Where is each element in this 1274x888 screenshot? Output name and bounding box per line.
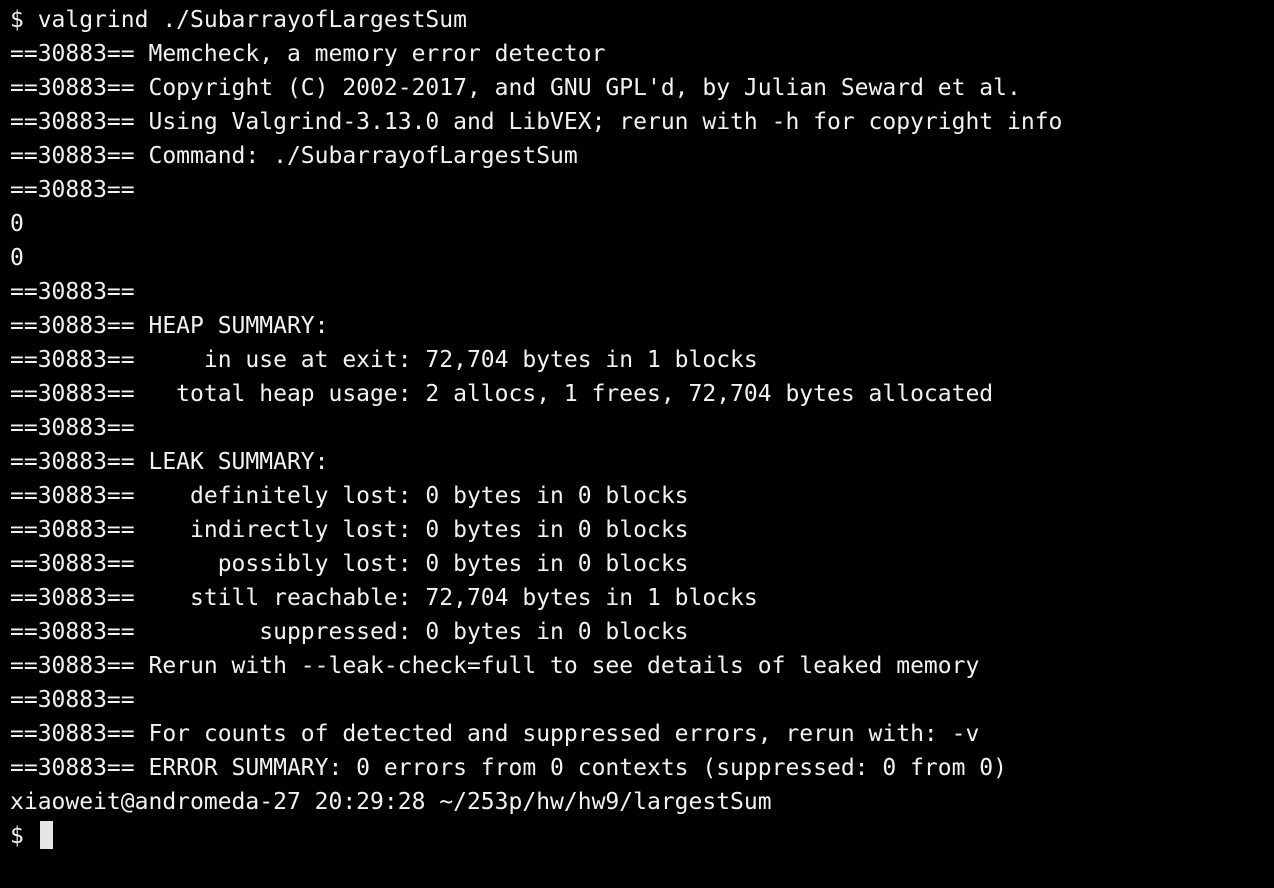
output-line: ==30883== definitely lost: 0 bytes in 0 …: [10, 483, 689, 509]
output-line: ==30883==: [10, 415, 135, 441]
output-line: ==30883==: [10, 177, 135, 203]
output-line: ==30883== still reachable: 72,704 bytes …: [10, 585, 758, 611]
output-line: ==30883== ERROR SUMMARY: 0 errors from 0…: [10, 755, 1007, 781]
prompt-symbol: $: [10, 823, 38, 849]
terminal-window[interactable]: $ valgrind ./SubarrayofLargestSum ==3088…: [0, 0, 1274, 888]
output-line: ==30883== For counts of detected and sup…: [10, 721, 980, 747]
output-line: ==30883== HEAP SUMMARY:: [10, 313, 329, 339]
output-line: ==30883== Copyright (C) 2002-2017, and G…: [10, 75, 1021, 101]
output-line: ==30883== possibly lost: 0 bytes in 0 bl…: [10, 551, 689, 577]
output-line: ==30883== Memcheck, a memory error detec…: [10, 41, 606, 67]
output-line: ==30883== LEAK SUMMARY:: [10, 449, 329, 475]
prompt-line[interactable]: $: [10, 819, 1274, 853]
output-line: ==30883== total heap usage: 2 allocs, 1 …: [10, 381, 994, 407]
command-line: $ valgrind ./SubarrayofLargestSum: [10, 7, 467, 33]
output-line: 0: [10, 245, 24, 271]
output-line: ==30883==: [10, 279, 135, 305]
output-line: ==30883==: [10, 687, 135, 713]
shell-status-line: xiaoweit@andromeda-27 20:29:28 ~/253p/hw…: [10, 789, 772, 815]
output-line: ==30883== in use at exit: 72,704 bytes i…: [10, 347, 758, 373]
output-line: ==30883== indirectly lost: 0 bytes in 0 …: [10, 517, 689, 543]
output-line: ==30883== Rerun with --leak-check=full t…: [10, 653, 980, 679]
output-line: ==30883== Command: ./SubarrayofLargestSu…: [10, 143, 578, 169]
text-cursor: [39, 821, 53, 849]
output-line: 0: [10, 211, 24, 237]
output-line: ==30883== Using Valgrind-3.13.0 and LibV…: [10, 109, 1063, 135]
output-line: ==30883== suppressed: 0 bytes in 0 block…: [10, 619, 689, 645]
